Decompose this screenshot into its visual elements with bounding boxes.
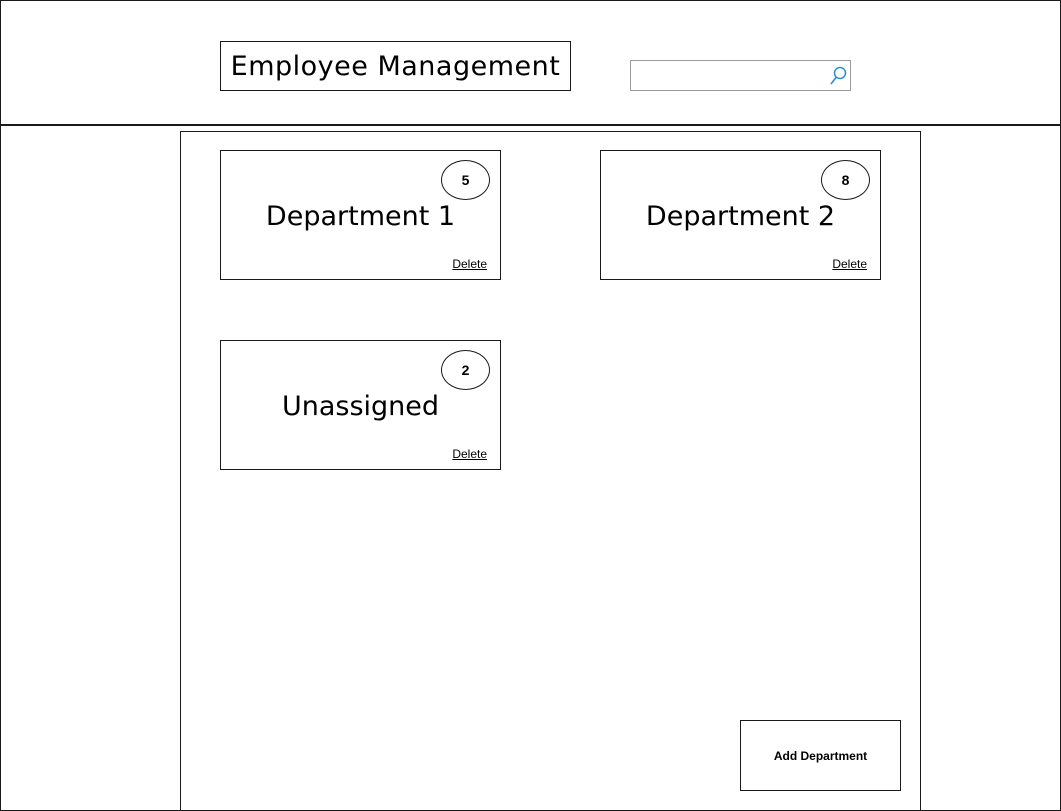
- department-card[interactable]: 5 Department 1 Delete: [220, 150, 501, 280]
- employee-count-badge: 2: [441, 350, 490, 390]
- delete-department-link[interactable]: Delete: [832, 257, 867, 271]
- employee-count-badge: 5: [441, 160, 490, 200]
- delete-department-link[interactable]: Delete: [452, 257, 487, 271]
- department-card[interactable]: 8 Department 2 Delete: [600, 150, 881, 280]
- header-divider: [0, 124, 1061, 126]
- employee-count-badge: 8: [821, 160, 870, 200]
- department-name: Department 1: [265, 201, 456, 232]
- department-name: Department 2: [645, 201, 836, 232]
- delete-department-link[interactable]: Delete: [452, 447, 487, 461]
- department-name: Unassigned: [281, 391, 440, 422]
- search-input[interactable]: [631, 61, 833, 89]
- search-field[interactable]: [630, 60, 851, 91]
- add-department-button[interactable]: Add Department: [740, 720, 901, 791]
- search-icon[interactable]: [828, 65, 848, 87]
- page-title: Employee Management: [220, 41, 571, 91]
- department-card[interactable]: 2 Unassigned Delete: [220, 340, 501, 470]
